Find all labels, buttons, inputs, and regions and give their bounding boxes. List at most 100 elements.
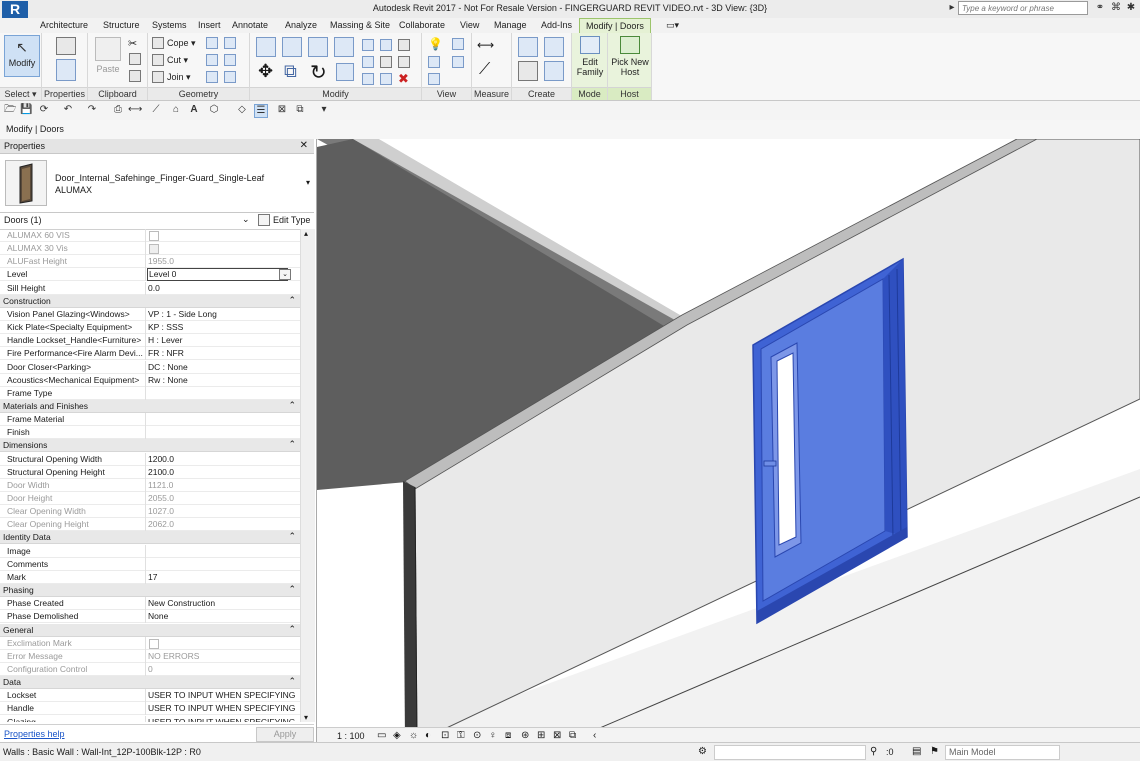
group-header[interactable]: Dimensions ⌃ — [0, 439, 300, 453]
split-gap-icon[interactable] — [380, 39, 392, 51]
remove-paint-icon[interactable] — [224, 71, 236, 83]
dimension-icon[interactable]: ⟋ — [479, 61, 490, 79]
type-dropdown-icon[interactable]: ▾ — [306, 178, 310, 187]
cope-icon[interactable] — [152, 37, 164, 49]
group-header[interactable]: Identity Data ⌃ — [0, 531, 300, 545]
section-icon[interactable]: ◇ — [236, 104, 248, 116]
match-type-icon[interactable] — [129, 70, 141, 82]
collapse-icon[interactable]: ⌃ — [288, 400, 296, 411]
sync-icon[interactable]: ⟳ — [38, 104, 50, 116]
tab-modify-doors[interactable]: Modify | Doors — [579, 18, 651, 33]
split-element-icon[interactable] — [362, 39, 374, 51]
save-icon[interactable]: 💾 — [20, 104, 32, 116]
reveal-constraints-icon[interactable]: ⊞ — [537, 730, 545, 741]
worksharing-icon[interactable]: ⊠ — [553, 730, 561, 741]
tab-analyze[interactable]: Analyze — [279, 18, 323, 33]
temp-hide-icon[interactable]: ⊙ — [473, 730, 481, 741]
array-icon[interactable] — [362, 56, 374, 68]
redo-icon[interactable]: ↷ — [86, 104, 98, 116]
shadows-icon[interactable]: ◐ — [425, 730, 431, 741]
editable-only-icon[interactable]: ⚑ — [930, 746, 939, 757]
instance-filter-dropdown-icon[interactable]: ⌄ — [242, 214, 250, 225]
print-icon[interactable]: ⎙ — [112, 104, 124, 116]
delete-icon[interactable]: ✖ — [398, 71, 409, 87]
collapse-icon[interactable]: ⌃ — [288, 584, 296, 595]
pick-new-host-button[interactable]: Pick New Host — [609, 36, 651, 77]
tab-annotate[interactable]: Annotate — [226, 18, 274, 33]
close-hidden-windows-icon[interactable]: ⊠ — [276, 104, 288, 116]
rotate-icon[interactable]: ↻ — [310, 60, 327, 85]
override-graphics-icon[interactable] — [452, 38, 464, 50]
property-value[interactable]: New Construction — [148, 598, 215, 608]
property-value[interactable]: 0.0 — [148, 283, 160, 293]
paste-button[interactable]: Paste — [92, 37, 124, 74]
create-similar-icon[interactable] — [544, 61, 564, 81]
detail-level-icon[interactable]: ▭ — [377, 730, 386, 741]
property-value[interactable]: KP : SSS — [148, 322, 183, 332]
group-header[interactable]: Data ⌃ — [0, 676, 300, 690]
property-value[interactable]: FR : NFR — [148, 348, 184, 358]
apply-button[interactable]: Apply — [256, 727, 314, 742]
scroll-up-icon[interactable]: ▴ — [304, 229, 308, 238]
join-icon[interactable] — [152, 71, 164, 83]
edit-type-icon[interactable] — [258, 214, 270, 226]
group-header[interactable]: General ⌃ — [0, 623, 300, 637]
level-dropdown-icon[interactable]: ⌄ — [279, 269, 291, 281]
workset-dropdown[interactable] — [714, 745, 866, 760]
property-value[interactable]: Level 0 — [147, 268, 288, 282]
join-button[interactable]: Join ▾ — [167, 72, 191, 83]
property-value[interactable]: USER TO INPUT WHEN SPECIFYING — [148, 717, 295, 722]
filter-icon[interactable]: ⚲ — [870, 746, 877, 757]
temp-view-template-icon[interactable]: ⧉ — [569, 730, 576, 741]
property-value[interactable]: 2100.0 — [148, 467, 174, 477]
tab-add-ins[interactable]: Add-Ins — [535, 18, 578, 33]
edit-type-button[interactable]: Edit Type — [273, 215, 310, 225]
aligned-dimension-icon[interactable]: ⟋ — [150, 104, 162, 116]
property-value[interactable]: H : Lever — [148, 335, 183, 345]
open-icon[interactable]: 🗁 — [4, 104, 16, 116]
close-icon[interactable]: ✕ — [300, 140, 308, 151]
property-value[interactable]: DC : None — [148, 362, 188, 372]
collapse-icon[interactable]: ⌃ — [288, 624, 296, 635]
mirror-draw-axis-icon[interactable] — [334, 37, 354, 57]
type-properties-icon[interactable] — [56, 37, 76, 55]
thin-lines-icon[interactable]: ☰ — [254, 104, 268, 118]
modify-button[interactable]: ↖ Modify — [4, 35, 40, 77]
tab-manage[interactable]: Manage — [488, 18, 533, 33]
tab-collaborate[interactable]: Collaborate — [393, 18, 451, 33]
scale-icon[interactable] — [380, 56, 392, 68]
highlight-displacement-icon[interactable]: ⊛ — [521, 730, 529, 741]
property-value[interactable]: 1200.0 — [148, 454, 174, 464]
design-options-icon[interactable]: ▤ — [912, 746, 921, 757]
cut-geometry-icon[interactable] — [152, 54, 164, 66]
properties-scrollbar[interactable]: ▴ ▾ — [300, 229, 315, 722]
offset-icon[interactable] — [282, 37, 302, 57]
tab-systems[interactable]: Systems — [146, 18, 193, 33]
design-option-select[interactable]: Main Model — [945, 745, 1060, 760]
property-value[interactable]: 17 — [148, 572, 157, 582]
unpin-icon[interactable] — [398, 39, 410, 51]
create-assembly-icon[interactable] — [518, 37, 538, 57]
group-header[interactable]: Materials and Finishes ⌃ — [0, 399, 300, 413]
collapse-icon[interactable]: ⌃ — [288, 295, 296, 306]
hide-bulb-icon[interactable]: 💡 — [428, 37, 443, 51]
paint-icon[interactable] — [206, 54, 218, 66]
sun-path-icon[interactable]: ☼ — [409, 730, 418, 741]
collapse-icon[interactable]: ⌃ — [288, 531, 296, 542]
trim-extend-icon[interactable] — [336, 63, 354, 81]
lock-view-icon[interactable]: ⚿ — [457, 730, 465, 741]
ribbon-minimize-icon[interactable]: ▭▾ — [660, 18, 685, 33]
join-roof-icon[interactable] — [206, 71, 218, 83]
properties-help-link[interactable]: Properties help — [4, 729, 65, 739]
search-input[interactable]: Type a keyword or phrase — [958, 1, 1088, 15]
mirror-pick-axis-icon[interactable] — [308, 37, 328, 57]
wall-joins-icon[interactable] — [206, 37, 218, 49]
collapse-icon[interactable]: ⌃ — [288, 676, 296, 687]
tab-structure[interactable]: Structure — [97, 18, 146, 33]
type-selector[interactable]: Door_Internal_Safehinge_Finger-Guard_Sin… — [0, 154, 314, 213]
select-box-icon[interactable] — [428, 73, 440, 85]
property-value[interactable]: None — [148, 611, 168, 621]
customize-qat-icon[interactable]: ▾ — [318, 104, 330, 116]
group-header[interactable]: Construction ⌃ — [0, 294, 300, 308]
demolish-icon[interactable] — [224, 54, 236, 66]
